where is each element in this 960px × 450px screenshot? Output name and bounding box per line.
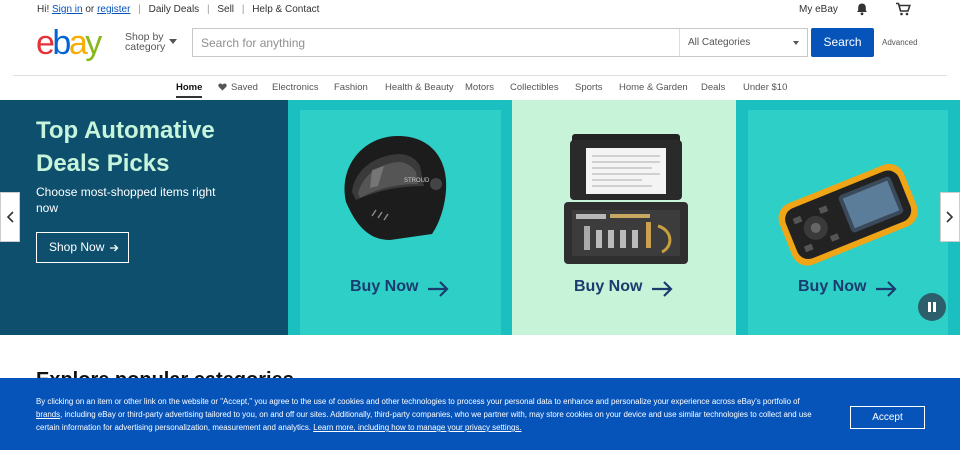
cookie-text-part1: By clicking on an item or other link on … — [36, 397, 800, 406]
helmet-image: STROUD — [344, 136, 447, 240]
shop-now-label: Shop Now — [49, 240, 105, 254]
brands-link[interactable]: brands — [36, 410, 60, 419]
register-link[interactable]: register — [97, 4, 130, 15]
buy-now-label: Buy Now — [574, 278, 643, 295]
buy-now-button[interactable]: Buy Now — [798, 278, 897, 297]
arrow-right-icon — [428, 281, 449, 297]
cart-icon[interactable] — [895, 2, 911, 16]
divider: | — [206, 4, 210, 15]
sign-in-link[interactable]: Sign in — [52, 4, 83, 15]
nav-fashion[interactable]: Fashion — [334, 82, 368, 93]
nav-home-garden[interactable]: Home & Garden — [619, 82, 688, 93]
carousel-prev-button[interactable] — [0, 192, 20, 242]
nav-deals[interactable]: Deals — [701, 82, 725, 93]
carousel-next-button[interactable] — [940, 192, 960, 242]
or-text: or — [85, 4, 95, 15]
nav-saved[interactable]: Saved — [218, 82, 258, 93]
svg-text:ebay: ebay — [36, 26, 102, 62]
category-nav: Home Saved Electronics Fashion Health & … — [0, 82, 960, 100]
shop-now-button[interactable]: Shop Now — [36, 232, 129, 263]
buy-now-label: Buy Now — [350, 278, 419, 295]
category-select-value: All Categories — [688, 37, 751, 48]
daily-deals-link[interactable]: Daily Deals — [149, 4, 200, 15]
chevron-down-icon — [169, 39, 177, 44]
bell-icon[interactable] — [855, 2, 869, 16]
ebay-logo[interactable]: ebay — [36, 26, 120, 62]
cookie-text: By clicking on an item or other link on … — [36, 395, 826, 434]
heart-icon — [218, 83, 227, 91]
hero-promo-panel: Top Automative Deals Picks Choose most-s… — [0, 100, 288, 335]
greeting-text: Hi! — [37, 4, 50, 15]
search-bar: All Categories — [192, 28, 808, 57]
product-card-tool-kit[interactable]: Buy Now — [512, 100, 736, 335]
arrow-right-icon — [876, 281, 897, 297]
nav-motors[interactable]: Motors — [465, 82, 494, 93]
shop-by-line2: category — [125, 41, 166, 53]
carousel-pause-button[interactable] — [918, 293, 946, 321]
shop-by-category-button[interactable]: Shop by category — [125, 32, 177, 53]
top-links: Hi! Sign in or register | Daily Deals | … — [37, 4, 319, 15]
category-select[interactable]: All Categories — [679, 29, 807, 56]
my-ebay-link[interactable]: My eBay — [799, 4, 838, 15]
hero-subtitle: Choose most-shopped items right now — [36, 185, 216, 215]
nav-collectibles[interactable]: Collectibles — [510, 82, 559, 93]
nav-sports[interactable]: Sports — [575, 82, 602, 93]
chevron-right-icon — [946, 211, 954, 223]
buy-now-button[interactable]: Buy Now — [350, 278, 449, 297]
nav-home[interactable]: Home — [176, 82, 203, 98]
divider: | — [241, 4, 245, 15]
nav-saved-label: Saved — [231, 82, 258, 93]
search-button[interactable]: Search — [811, 28, 874, 57]
chevron-left-icon — [6, 211, 14, 223]
buy-now-button[interactable]: Buy Now — [574, 278, 673, 297]
help-contact-link[interactable]: Help & Contact — [252, 4, 319, 15]
accept-button[interactable]: Accept — [850, 406, 925, 429]
dropdown-arrow-icon — [793, 41, 799, 45]
arrow-right-icon — [110, 244, 119, 252]
nav-under-10[interactable]: Under $10 — [743, 82, 787, 93]
nav-health-beauty[interactable]: Health & Beauty — [385, 82, 454, 93]
buy-now-label: Buy Now — [798, 278, 867, 295]
tool-kit-image — [564, 134, 688, 264]
advanced-search-link[interactable]: Advanced — [882, 38, 918, 47]
search-input[interactable] — [201, 34, 671, 52]
hero-title: Top Automative Deals Picks — [36, 117, 215, 177]
product-card-helmet[interactable]: STROUD Buy Now — [288, 100, 512, 335]
arrow-right-icon — [652, 281, 673, 297]
divider: | — [138, 4, 141, 15]
hero-carousel: Top Automative Deals Picks Choose most-s… — [0, 100, 960, 335]
header-divider — [13, 75, 947, 76]
sell-link[interactable]: Sell — [217, 4, 234, 15]
scanner-image — [778, 163, 918, 266]
svg-text:STROUD: STROUD — [404, 178, 430, 184]
top-utility-bar: Hi! Sign in or register | Daily Deals | … — [0, 0, 960, 20]
nav-electronics[interactable]: Electronics — [272, 82, 318, 93]
cookie-consent-banner: By clicking on an item or other link on … — [0, 378, 960, 450]
learn-more-link[interactable]: Learn more, including how to manage your… — [313, 423, 521, 432]
